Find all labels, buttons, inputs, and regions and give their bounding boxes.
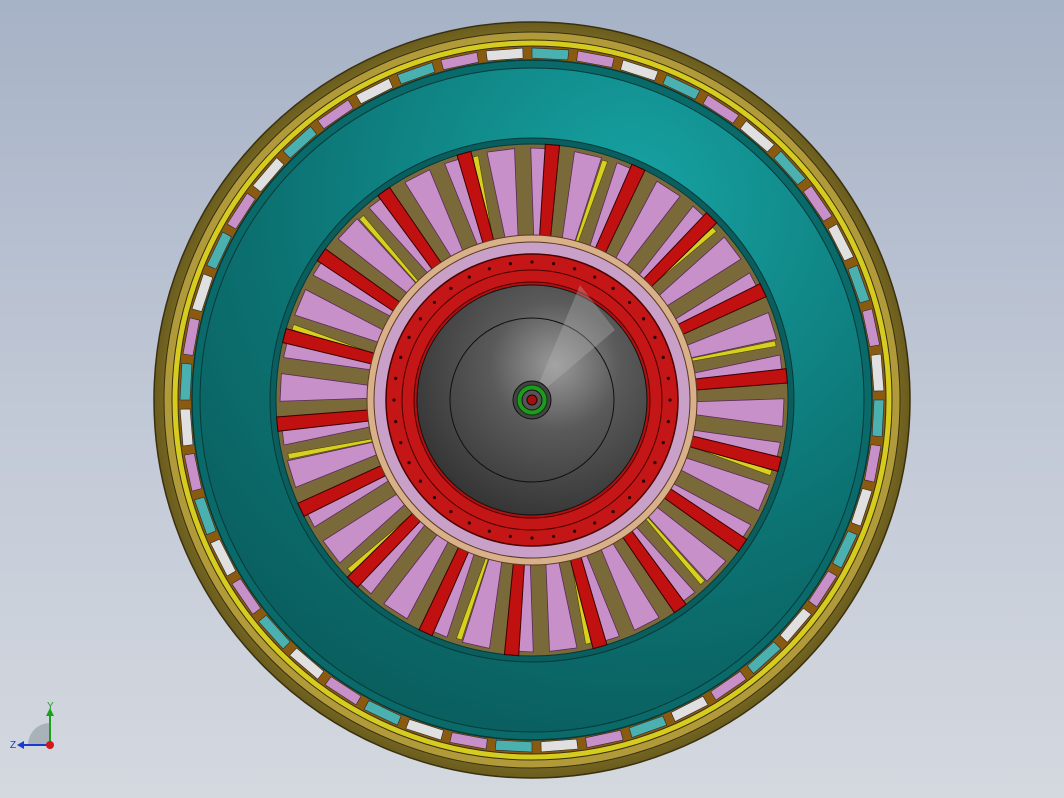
hub-bolt: [487, 529, 491, 533]
hub-bolt: [399, 441, 403, 445]
hub-bolt: [394, 376, 398, 381]
hub-bolt: [467, 521, 471, 525]
hub-bolt: [642, 317, 646, 321]
hub-bolt: [611, 510, 615, 514]
outer-segment: [179, 362, 193, 401]
hub-bolt: [407, 335, 411, 339]
hub-bolt: [508, 534, 513, 538]
hub-bolt: [573, 529, 577, 533]
hub-bolt: [627, 495, 632, 500]
hub-bolt: [593, 521, 597, 525]
z-axis-label: Z: [10, 740, 16, 751]
hub-bolt: [399, 355, 403, 359]
graphics-viewport[interactable]: Y Z: [0, 0, 1064, 798]
hub-bolt: [467, 275, 471, 279]
hub-bolt: [666, 376, 670, 381]
coordinate-triad[interactable]: Y Z: [8, 700, 68, 760]
hub-bolt: [653, 335, 657, 339]
hub-bolt: [611, 286, 615, 290]
hub-bolt: [407, 461, 411, 465]
shaft-core: [526, 394, 538, 406]
outer-segment: [871, 399, 885, 438]
turbine-model[interactable]: [0, 0, 1064, 798]
hub-bolt: [642, 479, 646, 483]
z-arrow-icon: [17, 741, 24, 749]
hub-bolt: [593, 275, 597, 279]
hub-bolt: [394, 419, 398, 424]
x-axis-icon: [46, 741, 54, 749]
hub-bolt: [418, 479, 422, 483]
hub-bolt: [530, 536, 534, 540]
hub-bolt: [432, 495, 437, 500]
hub-bolt: [418, 317, 422, 321]
hub-bolt: [432, 300, 437, 305]
hub-bolt: [627, 300, 632, 305]
y-axis-label: Y: [47, 701, 54, 712]
hub-bolt: [661, 441, 665, 445]
hub-bolt: [551, 262, 556, 266]
hub-bolt: [668, 398, 672, 402]
hub-bolt: [392, 398, 396, 402]
hub-bolt: [508, 262, 513, 266]
hub-bolt: [449, 286, 453, 290]
outer-segment: [531, 47, 570, 61]
hub-bolt: [530, 260, 534, 264]
hub-bolt: [449, 510, 453, 514]
hub-bolt: [653, 461, 657, 465]
hub-bolt: [661, 355, 665, 359]
triad-base-icon: [28, 723, 50, 745]
hub-bolt: [573, 267, 577, 271]
hub-bolt: [666, 419, 670, 424]
outer-segment: [494, 739, 533, 753]
hub-bolt: [487, 267, 491, 271]
hub-bolt: [551, 534, 556, 538]
